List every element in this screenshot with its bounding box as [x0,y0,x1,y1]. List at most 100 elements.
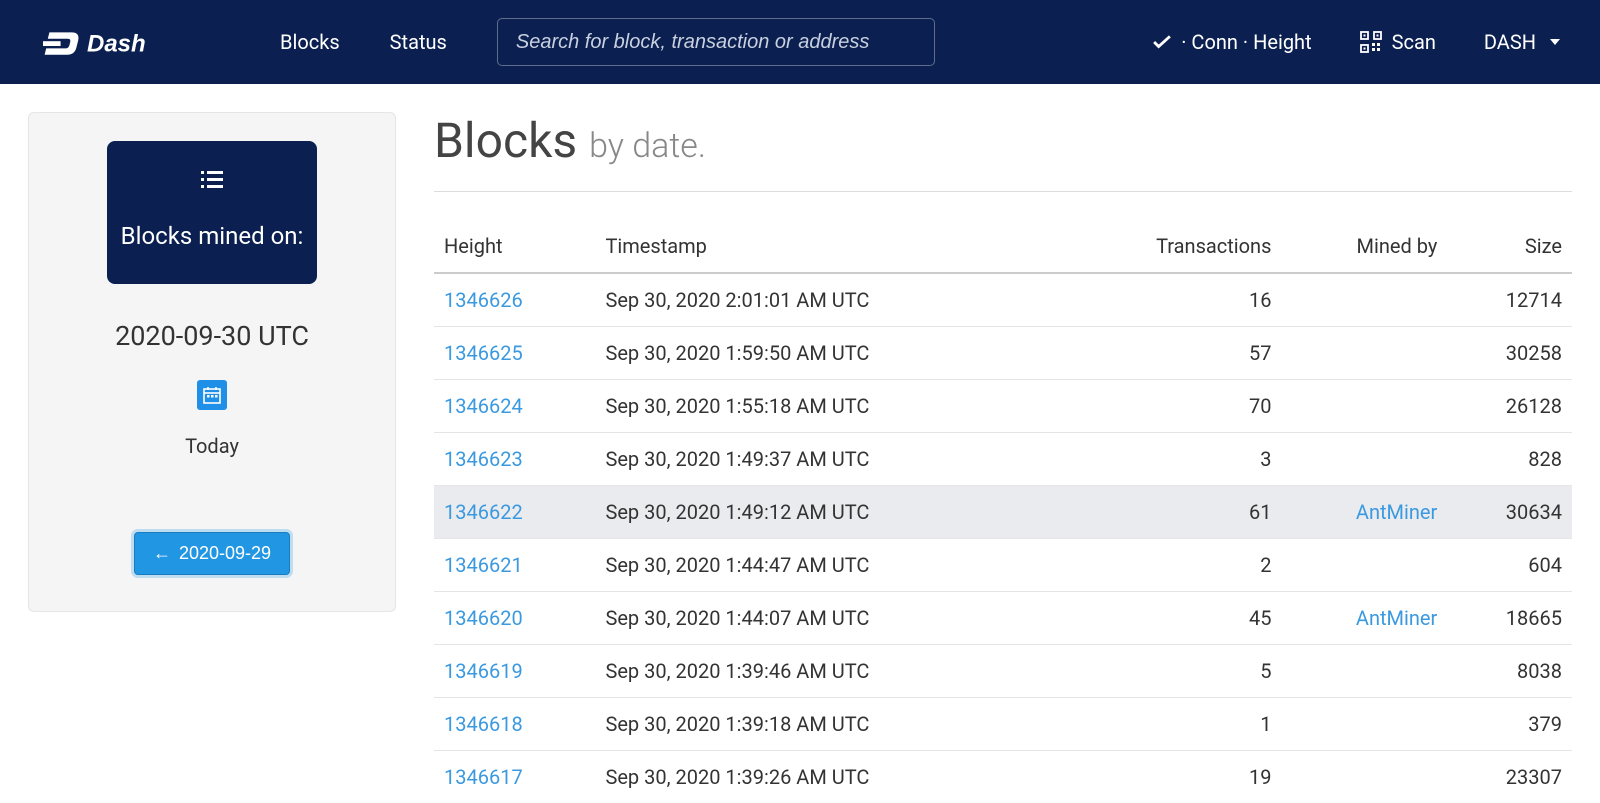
miner-link[interactable]: AntMiner [1356,606,1437,630]
selected-date: 2020-09-30 UTC [115,320,309,352]
table-row: 1346625 Sep 30, 2020 1:59:50 AM UTC57 3025… [434,327,1572,380]
blocks-mined-label: Blocks mined on: [121,219,304,254]
cell-transactions: 57 [1060,327,1281,380]
cell-timestamp: Sep 30, 2020 1:44:07 AM UTC [595,592,1060,645]
cell-mined-by [1281,698,1447,751]
page-title: Blocks by date. [434,112,1572,192]
cell-mined-by [1281,380,1447,433]
cell-timestamp: Sep 30, 2020 1:55:18 AM UTC [595,380,1060,433]
cell-transactions: 45 [1060,592,1281,645]
calendar-icon [203,386,221,404]
col-size: Size [1447,220,1572,273]
table-row: 1346626 Sep 30, 2020 2:01:01 AM UTC16 1271… [434,273,1572,327]
block-height-link[interactable]: 1346619 [444,659,523,683]
cell-size: 828 [1447,433,1572,486]
nav-status[interactable]: Status [390,30,447,54]
scan-button[interactable]: Scan [1360,30,1436,54]
arrow-left-icon: ← [153,543,171,564]
block-height-link[interactable]: 1346621 [444,553,523,577]
main-content: Blocks by date. Height Timestamp Transac… [434,112,1572,803]
cell-timestamp: Sep 30, 2020 1:44:47 AM UTC [595,539,1060,592]
nav-links: Blocks Status [280,30,447,54]
qr-icon [1360,31,1382,53]
table-row: 1346624 Sep 30, 2020 1:55:18 AM UTC70 2612… [434,380,1572,433]
check-icon [1153,35,1171,49]
cell-transactions: 5 [1060,645,1281,698]
cell-size: 12714 [1447,273,1572,327]
block-height-link[interactable]: 1346620 [444,606,523,630]
list-icon [201,171,223,189]
cell-transactions: 19 [1060,751,1281,803]
cell-mined-by [1281,645,1447,698]
block-height-link[interactable]: 1346622 [444,500,523,524]
cell-mined-by [1281,539,1447,592]
cell-size: 8038 [1447,645,1572,698]
cell-timestamp: Sep 30, 2020 1:39:46 AM UTC [595,645,1060,698]
col-mined-by: Mined by [1281,220,1447,273]
cell-timestamp: Sep 30, 2020 1:49:37 AM UTC [595,433,1060,486]
cell-transactions: 61 [1060,486,1281,539]
svg-text:Dash: Dash [87,31,146,58]
block-height-link[interactable]: 1346626 [444,288,523,312]
col-transactions: Transactions [1060,220,1281,273]
table-row: 1346623 Sep 30, 2020 1:49:37 AM UTC3 828 [434,433,1572,486]
block-height-link[interactable]: 1346624 [444,394,523,418]
table-header-row: Height Timestamp Transactions Mined by S… [434,220,1572,273]
nav-blocks[interactable]: Blocks [280,30,340,54]
miner-link[interactable]: AntMiner [1356,500,1437,524]
cell-timestamp: Sep 30, 2020 1:49:12 AM UTC [595,486,1060,539]
chevron-down-icon [1550,39,1560,45]
cell-mined-by [1281,273,1447,327]
cell-size: 26128 [1447,380,1572,433]
cell-transactions: 2 [1060,539,1281,592]
block-height-link[interactable]: 1346623 [444,447,523,471]
col-height: Height [434,220,595,273]
cell-mined-by: AntMiner [1281,486,1447,539]
cell-size: 604 [1447,539,1572,592]
block-height-link[interactable]: 1346617 [444,765,523,789]
cell-mined-by [1281,327,1447,380]
cell-size: 30258 [1447,327,1572,380]
navbar: Dash Blocks Status · Conn · Height [0,0,1600,84]
cell-size: 30634 [1447,486,1572,539]
cell-mined-by [1281,751,1447,803]
page-title-main: Blocks [434,112,577,169]
col-timestamp: Timestamp [595,220,1060,273]
search-input[interactable] [497,18,935,66]
table-row: 1346619 Sep 30, 2020 1:39:46 AM UTC5 8038 [434,645,1572,698]
blocks-mined-card: Blocks mined on: [107,141,317,284]
block-height-link[interactable]: 1346618 [444,712,523,736]
cell-timestamp: Sep 30, 2020 1:59:50 AM UTC [595,327,1060,380]
main-container: Blocks mined on: 2020-09-30 UTC Today ← … [0,84,1600,803]
table-row: 1346622 Sep 30, 2020 1:49:12 AM UTC61 AntM… [434,486,1572,539]
cell-timestamp: Sep 30, 2020 1:39:26 AM UTC [595,751,1060,803]
cell-transactions: 1 [1060,698,1281,751]
block-height-link[interactable]: 1346625 [444,341,523,365]
scan-label: Scan [1392,30,1436,54]
table-row: 1346617 Sep 30, 2020 1:39:26 AM UTC19 2330… [434,751,1572,803]
cell-timestamp: Sep 30, 2020 1:39:18 AM UTC [595,698,1060,751]
currency-dropdown[interactable]: DASH [1484,30,1560,54]
connection-status[interactable]: · Conn · Height [1153,30,1311,54]
cell-transactions: 70 [1060,380,1281,433]
cell-size: 379 [1447,698,1572,751]
prev-date-label: 2020-09-29 [179,543,271,564]
currency-label: DASH [1484,30,1536,54]
cell-mined-by [1281,433,1447,486]
table-row: 1346618 Sep 30, 2020 1:39:18 AM UTC1 379 [434,698,1572,751]
dash-logo[interactable]: Dash [40,26,190,58]
cell-mined-by: AntMiner [1281,592,1447,645]
nav-right: · Conn · Height Scan DASH [1153,30,1560,54]
search-wrap [497,18,935,66]
table-row: 1346620 Sep 30, 2020 1:44:07 AM UTC45 AntM… [434,592,1572,645]
today-label: Today [185,434,239,458]
previous-date-button[interactable]: ← 2020-09-29 [134,532,290,575]
cell-transactions: 3 [1060,433,1281,486]
conn-height-text: · Conn · Height [1181,30,1311,54]
sidebar: Blocks mined on: 2020-09-30 UTC Today ← … [28,112,396,612]
calendar-button[interactable] [197,380,227,410]
page-title-sub: by date. [589,126,706,166]
cell-size: 23307 [1447,751,1572,803]
cell-timestamp: Sep 30, 2020 2:01:01 AM UTC [595,273,1060,327]
cell-transactions: 16 [1060,273,1281,327]
